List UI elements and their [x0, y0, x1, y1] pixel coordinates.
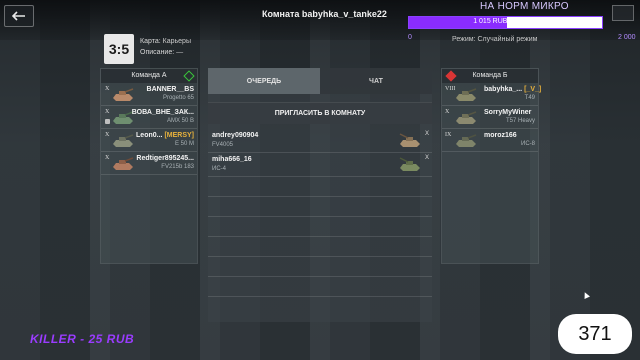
back-button[interactable] — [4, 5, 34, 27]
player-name: babyhka_... [_V_] — [484, 86, 541, 93]
tank-icon — [113, 134, 134, 147]
tank-icon — [399, 133, 420, 147]
queue-empty-row — [208, 257, 432, 277]
queue-empty-row — [208, 217, 432, 237]
team-b-player-row[interactable]: VIII babyhka_... [_V_] T49 — [442, 83, 541, 106]
counter-badge: 371 — [558, 314, 632, 354]
clan-tag: [_V_] — [524, 86, 542, 93]
mode-label: Режим: — [452, 36, 476, 43]
team-a-player-row[interactable]: X BANNER__BS Progetto 65 — [101, 83, 197, 106]
team-a-panel: Команда А X BANNER__BS Progetto 65 X ВОВ… — [100, 68, 198, 264]
player-name: ВОВА_ВНЕ_ЗАК... — [131, 109, 194, 116]
room-title: Комната babyhka_v_tanke22 — [262, 9, 387, 19]
player-name-text: babyhka_... — [484, 86, 523, 93]
queue-player-tank: ИС-4 — [212, 166, 226, 172]
team-b-player-row[interactable]: IX moroz166 ИС-8 — [442, 129, 538, 152]
tank-icon — [113, 157, 134, 170]
player-tank: FV215b 183 — [161, 164, 194, 170]
room-tabs: ОЧЕРЕДЬ ЧАТ — [208, 68, 432, 94]
tank-icon — [456, 111, 477, 124]
player-name: Leon0... [MERSY] — [136, 132, 194, 139]
room-center-panel: ОЧЕРЕДЬ ЧАТ ПРИГЛАСИТЬ В КОМНАТУ andrey0… — [208, 68, 432, 322]
queue-empty-row — [208, 277, 432, 297]
player-tank: E 50 M — [174, 141, 194, 147]
player-tank: AMX 50 B — [166, 118, 194, 124]
player-tank: T49 — [524, 95, 535, 101]
lock-icon — [105, 119, 110, 124]
donation-max-label: 2 000 — [618, 34, 636, 41]
team-a-title: Команда А — [131, 72, 167, 79]
player-tank: Progetto 65 — [162, 95, 194, 101]
team-a-player-row[interactable]: X ВОВА_ВНЕ_ЗАК... AMX 50 B — [101, 106, 197, 129]
team-b-title: Команда Б — [472, 72, 508, 79]
score-badge: 3:5 — [104, 34, 134, 64]
team-b-player-row[interactable]: X SorryMyWiner T57 Heavy — [442, 106, 538, 129]
donation-title: НА НОРМ МИКРО — [480, 1, 569, 12]
team-b-panel: Команда Б VIII babyhka_... [_V_] T49 X S… — [441, 68, 541, 264]
killer-overlay-text: KILLER - 25 RUB — [30, 332, 135, 346]
player-name: Redtiger895245... — [136, 155, 194, 162]
tank-icon — [456, 134, 477, 147]
team-b-header: Команда Б — [442, 69, 538, 83]
tier-label: X — [445, 109, 450, 115]
donation-min-label: 0 — [408, 34, 412, 41]
invite-to-room-button[interactable]: ПРИГЛАСИТЬ В КОМНАТУ — [208, 102, 432, 124]
queue-empty-row — [208, 197, 432, 217]
map-info: Карта: Карьеры Описание: — — [140, 36, 191, 58]
queue-empty-row — [208, 177, 432, 197]
team-a-header: Команда А — [101, 69, 197, 83]
player-tank: T57 Heavy — [505, 118, 535, 124]
queue-row[interactable]: miha666_16 ИС-4 X — [208, 153, 432, 177]
player-name-text: Leon0... — [136, 132, 163, 139]
queue-row[interactable]: andrey090904 FV4005 X — [208, 129, 432, 153]
map-value: Карьеры — [162, 38, 191, 45]
tier-label: X — [105, 155, 110, 161]
team-b-marker-icon — [445, 70, 457, 82]
mode-value: Случайный режим — [477, 36, 538, 43]
queue-player-name: miha666_16 — [212, 156, 252, 163]
tank-icon — [113, 88, 134, 101]
player-tank: ИС-8 — [521, 141, 535, 147]
settings-button[interactable] — [612, 5, 634, 21]
donation-progress-text: 1 015 RUB (50.75%) — [473, 18, 538, 25]
player-name: moroz166 — [484, 132, 517, 139]
tier-label: X — [105, 132, 110, 138]
player-name: BANNER__BS — [146, 86, 194, 93]
player-name: SorryMyWiner — [484, 109, 532, 116]
donation-progress-bar: 1 015 RUB (50.75%) — [408, 16, 603, 29]
queue-list: andrey090904 FV4005 X miha666_16 ИС-4 X — [208, 129, 432, 297]
clan-tag: [MERSY] — [164, 132, 194, 139]
tab-chat[interactable]: ЧАТ — [320, 68, 432, 94]
tank-icon — [399, 157, 420, 171]
tier-label: IX — [445, 132, 452, 138]
team-a-player-row[interactable]: X Redtiger895245... FV215b 183 — [101, 152, 197, 175]
tab-queue[interactable]: ОЧЕРЕДЬ — [208, 68, 320, 94]
arrow-left-icon — [12, 11, 25, 21]
queue-tier-label: X — [424, 155, 429, 161]
queue-empty-row — [208, 237, 432, 257]
mode-info: Режим: Случайный режим — [452, 36, 537, 43]
tier-label: X — [105, 86, 110, 92]
tank-icon — [456, 88, 477, 101]
queue-tier-label: X — [424, 131, 429, 137]
description-value: — — [176, 49, 184, 56]
tier-label: X — [105, 109, 110, 115]
queue-player-name: andrey090904 — [212, 132, 259, 139]
description-label: Описание: — [140, 49, 175, 56]
team-a-player-row[interactable]: X Leon0... [MERSY] E 50 M — [101, 129, 197, 152]
team-a-marker-icon — [183, 70, 195, 82]
queue-player-tank: FV4005 — [212, 142, 234, 148]
map-label: Карта: — [140, 38, 161, 45]
